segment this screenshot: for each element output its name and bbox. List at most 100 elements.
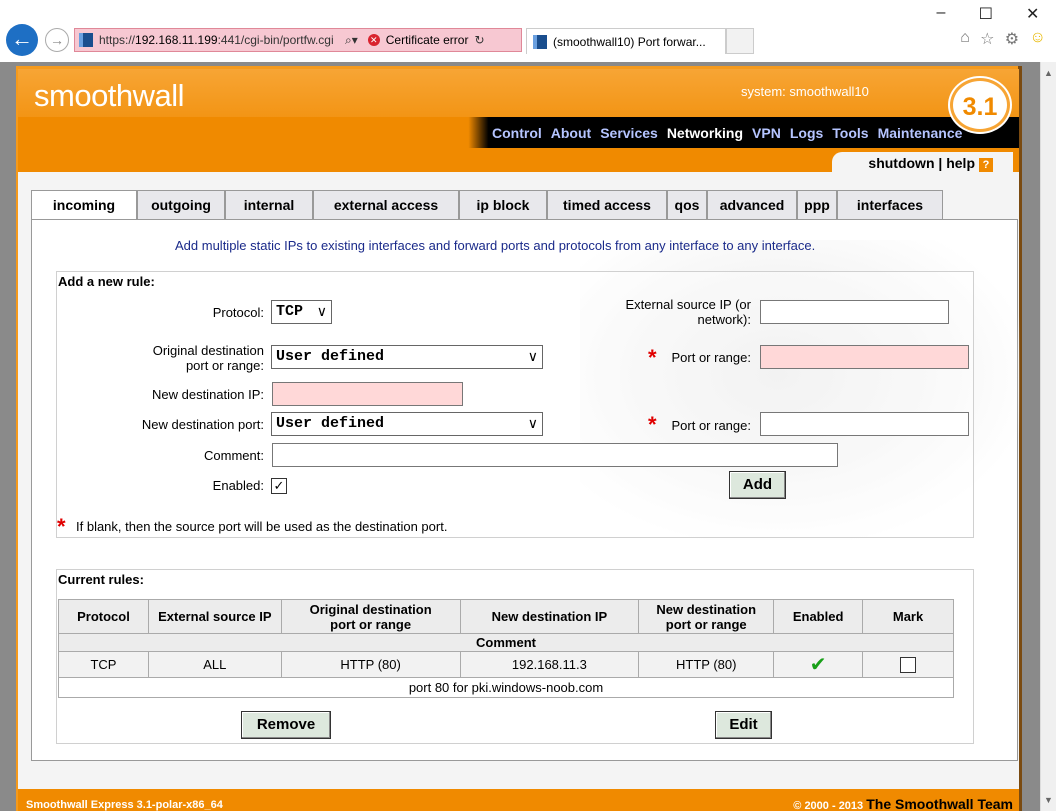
tab-advanced[interactable]: advanced bbox=[707, 190, 797, 220]
row-protocol: TCP bbox=[58, 651, 149, 678]
site-favicon-icon bbox=[79, 33, 93, 47]
footer-copyright: © 2000 - 2013 The Smoothwall Team bbox=[793, 796, 1013, 812]
col-protocol: Protocol bbox=[58, 599, 149, 634]
version-badge: 3.1 bbox=[950, 78, 1010, 132]
tab-qos[interactable]: qos bbox=[667, 190, 707, 220]
tab-ppp[interactable]: ppp bbox=[797, 190, 837, 220]
nav-maintenance[interactable]: Maintenance bbox=[878, 125, 963, 141]
close-icon[interactable]: ✕ bbox=[1026, 4, 1039, 26]
browser-tools: ⌂ ☆ ⚙ ☺ bbox=[955, 29, 1051, 49]
chevron-down-icon: ∨ bbox=[527, 349, 538, 365]
scroll-up-icon[interactable]: ▲ bbox=[1044, 68, 1053, 78]
original-destination-label: Original destination port or range: bbox=[152, 343, 264, 373]
original-destination-select[interactable]: User defined ∨ bbox=[271, 345, 543, 369]
required-note: If blank, then the source port will be u… bbox=[76, 519, 448, 534]
add-button[interactable]: Add bbox=[729, 471, 786, 499]
new-destination-ip-label: New destination IP: bbox=[151, 387, 264, 402]
remove-button[interactable]: Remove bbox=[241, 711, 331, 739]
favorites-star-icon[interactable]: ☆ bbox=[980, 29, 994, 49]
window-controls: – ☐ ✕ bbox=[920, 4, 1056, 26]
external-source-label: External source IP (or network): bbox=[625, 297, 751, 327]
logo-smoothwall: smoothwall bbox=[34, 78, 185, 113]
browser-tab[interactable]: (smoothwall10) Port forwar... bbox=[526, 28, 726, 54]
col-enabled: Enabled bbox=[773, 599, 864, 634]
new-destination-port-select[interactable]: User defined ∨ bbox=[271, 412, 543, 436]
orig-port-range-input[interactable] bbox=[760, 345, 969, 369]
col-new-destination-port: New destination port or range bbox=[638, 599, 775, 634]
col-comment: Comment bbox=[58, 633, 954, 652]
nav-vpn[interactable]: VPN bbox=[752, 125, 781, 141]
tab-ip-block[interactable]: ip block bbox=[459, 190, 547, 220]
tab-timed-access[interactable]: timed access bbox=[547, 190, 667, 220]
current-rules-legend: Current rules: bbox=[58, 572, 144, 587]
help-link[interactable]: help bbox=[946, 155, 975, 171]
new-tab-button[interactable] bbox=[726, 28, 754, 54]
tab-incoming[interactable]: incoming bbox=[31, 190, 137, 222]
required-star-icon: * bbox=[57, 514, 66, 539]
section-tabs: incoming outgoing internal external access i… bbox=[31, 190, 943, 222]
row-external-source: ALL bbox=[147, 651, 282, 678]
col-new-destination-ip: New destination IP bbox=[459, 599, 640, 634]
forward-arrow-icon[interactable]: → bbox=[45, 28, 69, 52]
col-mark: Mark bbox=[862, 599, 954, 634]
new-destination-ip-input[interactable] bbox=[272, 382, 463, 406]
nav-networking[interactable]: Networking bbox=[667, 125, 743, 141]
table-row: TCP ALL HTTP (80) 192.168.11.3 HTTP (80)… bbox=[58, 651, 954, 678]
maximize-icon[interactable]: ☐ bbox=[979, 4, 993, 26]
sub-nav: shutdown | help? bbox=[18, 148, 1019, 176]
chevron-down-icon: ∨ bbox=[316, 304, 327, 320]
nav-tools[interactable]: Tools bbox=[832, 125, 868, 141]
cert-error-icon: ✕ bbox=[367, 34, 380, 46]
enabled-label: Enabled: bbox=[212, 478, 264, 493]
port-range-label-2: Port or range: bbox=[671, 418, 752, 433]
address-url: https://192.168.11.199:441/cgi-bin/portf… bbox=[99, 33, 334, 47]
separator: | bbox=[938, 155, 943, 171]
protocol-select[interactable]: TCP ∨ bbox=[271, 300, 332, 324]
settings-gear-icon[interactable]: ⚙ bbox=[1005, 29, 1019, 49]
smiley-icon[interactable]: ☺ bbox=[1029, 29, 1045, 49]
edit-button[interactable]: Edit bbox=[715, 711, 772, 739]
chevron-down-icon: ∨ bbox=[527, 416, 538, 432]
row-new-destination-ip: 192.168.11.3 bbox=[459, 651, 640, 678]
minimize-icon[interactable]: – bbox=[937, 4, 946, 26]
mark-checkbox[interactable] bbox=[900, 657, 917, 673]
nav-about[interactable]: About bbox=[551, 125, 591, 141]
search-icon[interactable]: ⌕▾ bbox=[345, 33, 358, 48]
row-original-destination: HTTP (80) bbox=[280, 651, 461, 678]
help-icon[interactable]: ? bbox=[979, 158, 993, 172]
enabled-check-icon: ✔ bbox=[773, 651, 864, 678]
certificate-error[interactable]: ✕ Certificate error bbox=[367, 33, 468, 47]
vertical-scrollbar[interactable]: ▲ ▼ bbox=[1040, 62, 1056, 811]
browser-chrome: ← → https://192.168.11.199:441/cgi-bin/p… bbox=[0, 0, 1056, 62]
tab-favicon-icon bbox=[533, 34, 547, 49]
col-external-source: External source IP bbox=[147, 599, 282, 634]
tab-interfaces[interactable]: interfaces bbox=[837, 190, 943, 220]
row-mark-cell bbox=[862, 651, 954, 678]
tab-internal[interactable]: internal bbox=[225, 190, 313, 220]
system-name: system: smoothwall10 bbox=[741, 84, 869, 99]
scroll-down-icon[interactable]: ▼ bbox=[1044, 795, 1053, 805]
tab-outgoing[interactable]: outgoing bbox=[137, 190, 225, 220]
tab-title: (smoothwall10) Port forwar... bbox=[553, 34, 706, 49]
home-icon[interactable]: ⌂ bbox=[960, 29, 970, 49]
new-port-range-input[interactable] bbox=[760, 412, 969, 436]
tab-external-access[interactable]: external access bbox=[313, 190, 459, 220]
enabled-checkbox[interactable]: ✓ bbox=[271, 478, 287, 494]
rules-table: Protocol External source IP Original des… bbox=[58, 599, 954, 698]
row-new-destination-port: HTTP (80) bbox=[638, 651, 775, 678]
col-original-destination: Original destination port or range bbox=[280, 599, 461, 634]
main-nav: Control About Services Networking VPN Logs Too… bbox=[18, 117, 1019, 148]
refresh-icon[interactable]: ↻ bbox=[474, 33, 484, 47]
port-range-label: Port or range: bbox=[671, 350, 752, 365]
nav-control[interactable]: Control bbox=[492, 125, 542, 141]
intro-text: Add multiple static IPs to existing inte… bbox=[175, 238, 816, 253]
back-arrow-icon[interactable]: ← bbox=[6, 24, 38, 56]
shutdown-link[interactable]: shutdown bbox=[868, 155, 934, 171]
comment-input[interactable] bbox=[272, 443, 838, 467]
nav-services[interactable]: Services bbox=[600, 125, 658, 141]
external-source-input[interactable] bbox=[760, 300, 949, 324]
address-bar[interactable]: https://192.168.11.199:441/cgi-bin/portf… bbox=[74, 28, 522, 52]
comment-label: Comment: bbox=[204, 448, 264, 463]
nav-logs[interactable]: Logs bbox=[790, 125, 823, 141]
new-destination-port-label: New destination port: bbox=[141, 417, 264, 432]
